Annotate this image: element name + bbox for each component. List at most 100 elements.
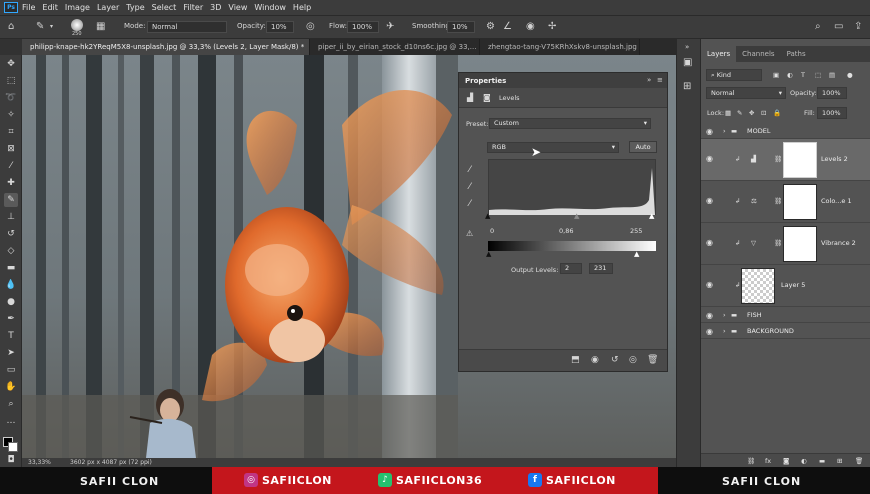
eye-icon[interactable]: ◉ <box>706 311 713 320</box>
path-select-tool-icon[interactable]: ➤ <box>4 346 18 360</box>
link-icon[interactable]: ⛓ <box>774 239 782 247</box>
input-black-slider[interactable]: ▲ <box>485 212 490 220</box>
menu-edit[interactable]: Edit <box>42 3 58 12</box>
brush-tool-icon[interactable]: ✎ <box>36 22 44 32</box>
pressure-opacity-icon[interactable]: ◎ <box>306 22 315 32</box>
chevron-down-icon[interactable]: ▾ <box>50 22 53 32</box>
lock-paint-icon[interactable]: ✎ <box>737 109 742 117</box>
layer-mask-thumbnail[interactable] <box>783 142 817 178</box>
layer-row-levels-2[interactable]: ◉ ↲ ▟ ⛓ Levels 2 <box>701 139 870 181</box>
output-white-field[interactable]: 231 <box>589 263 613 274</box>
collapse-icon[interactable]: » <box>647 76 651 84</box>
zoom-level[interactable]: 33,33% <box>28 458 51 467</box>
search-icon[interactable]: ⌕ <box>815 22 821 32</box>
output-black-field[interactable]: 2 <box>560 263 582 274</box>
menu-filter[interactable]: Filter <box>183 3 203 12</box>
new-adjustment-icon[interactable]: ◐ <box>801 457 807 465</box>
link-icon[interactable]: ⛓ <box>774 155 782 163</box>
chevron-right-icon[interactable]: › <box>146 458 148 467</box>
fill-field[interactable]: 100% <box>817 107 847 119</box>
angle-icon[interactable]: ∠ <box>503 22 512 32</box>
input-white-slider[interactable]: ▲ <box>649 212 654 220</box>
smoothing-field[interactable]: 10% <box>447 21 475 33</box>
expand-chevron-icon[interactable]: › <box>723 127 726 135</box>
type-filter-icon[interactable]: T <box>801 71 805 79</box>
share-icon[interactable]: ⇪ <box>854 22 862 32</box>
panel-menu-icon[interactable]: ≡ <box>657 76 663 84</box>
new-layer-icon[interactable]: ⊞ <box>837 457 842 465</box>
output-black-slider[interactable]: ▲ <box>486 250 491 258</box>
link-icon[interactable]: ⛓ <box>774 197 782 205</box>
gray-eyedropper-icon[interactable]: ⁄ <box>469 182 471 192</box>
eraser-tool-icon[interactable]: ◇ <box>4 244 18 258</box>
input-black-value[interactable]: 0 <box>490 227 494 235</box>
filter-toggle-icon[interactable]: ● <box>847 71 853 79</box>
layer-row-model[interactable]: ◉ › ▬ MODEL <box>701 123 870 139</box>
type-tool-icon[interactable]: T <box>4 329 18 343</box>
menu-layer[interactable]: Layer <box>97 3 119 12</box>
eye-icon[interactable]: ◉ <box>706 280 713 289</box>
lock-pixels-icon[interactable]: ▦ <box>725 109 731 117</box>
tab-document-piper[interactable]: piper_ii_by_eirian_stock_d10ns6c.jpg @ 3… <box>310 39 480 55</box>
menu-select[interactable]: Select <box>152 3 177 12</box>
tab-paths[interactable]: Paths <box>781 46 812 62</box>
dodge-tool-icon[interactable]: ● <box>4 295 18 309</box>
layer-row-color-balance[interactable]: ◉ ↲ ⚖ ⛓ Colo...e 1 <box>701 181 870 223</box>
link-layers-icon[interactable]: ⛓ <box>747 457 755 465</box>
brush-tool-icon[interactable]: ✎ <box>4 193 18 207</box>
mask-icon[interactable]: ◙ <box>483 93 491 102</box>
collapse-icon[interactable]: » <box>685 43 689 51</box>
lock-all-icon[interactable]: 🔒 <box>773 109 781 117</box>
add-mask-icon[interactable]: ◙ <box>783 457 789 465</box>
white-eyedropper-icon[interactable]: ⁄ <box>469 199 471 209</box>
lock-position-icon[interactable]: ✥ <box>749 109 754 117</box>
clone-stamp-tool-icon[interactable]: ⊥ <box>4 210 18 224</box>
layer-opacity-field[interactable]: 100% <box>817 87 847 99</box>
expand-chevron-icon[interactable]: › <box>723 311 726 319</box>
layer-row-layer-5[interactable]: ◉ ↲ Layer 5 <box>701 265 870 307</box>
input-white-value[interactable]: 255 <box>630 227 642 235</box>
frame-tool-icon[interactable]: ⊠ <box>4 142 18 156</box>
healing-tool-icon[interactable]: ✚ <box>4 176 18 190</box>
zoom-tool-icon[interactable]: ⌕ <box>4 397 18 411</box>
menu-3d[interactable]: 3D <box>210 3 221 12</box>
hand-tool-icon[interactable]: ✋ <box>4 380 18 394</box>
marquee-tool-icon[interactable]: ⬚ <box>4 74 18 88</box>
blend-mode-dropdown[interactable]: Normal ▾ <box>706 87 786 99</box>
clipping-warning-icon[interactable]: ⚠ <box>466 229 473 238</box>
pixel-filter-icon[interactable]: ▣ <box>773 71 779 79</box>
brush-settings-icon[interactable]: ▦ <box>96 22 105 32</box>
expand-chevron-icon[interactable]: › <box>723 327 726 335</box>
preset-dropdown[interactable]: Custom ▾ <box>489 118 651 129</box>
rectangle-tool-icon[interactable]: ▭ <box>4 363 18 377</box>
layer-mask-thumbnail[interactable] <box>783 226 817 262</box>
layer-row-fish[interactable]: ◉ › ▬ FISH <box>701 307 870 323</box>
menu-window[interactable]: Window <box>254 3 286 12</box>
quick-mask-icon[interactable]: ◘ <box>4 453 18 467</box>
reset-icon[interactable]: ↺ <box>611 355 619 365</box>
lock-artboard-icon[interactable]: ⊡ <box>761 109 766 117</box>
shape-filter-icon[interactable]: ⬚ <box>815 71 821 79</box>
background-color-swatch[interactable] <box>8 442 18 452</box>
pressure-size-icon[interactable]: ◉ <box>526 22 535 32</box>
layer-row-vibrance-2[interactable]: ◉ ↲ ▽ ⛓ Vibrance 2 <box>701 223 870 265</box>
flow-field[interactable]: 100% <box>347 21 379 33</box>
kind-filter-dropdown[interactable]: ⌕ Kind <box>706 69 762 81</box>
new-group-icon[interactable]: ▬ <box>819 457 825 465</box>
tab-channels[interactable]: Channels <box>736 46 780 62</box>
fx-icon[interactable]: fx <box>765 457 771 465</box>
eye-icon[interactable]: ◉ <box>706 196 713 205</box>
brush-preview[interactable] <box>71 19 83 31</box>
menu-file[interactable]: File <box>22 3 35 12</box>
blur-tool-icon[interactable]: 💧 <box>4 278 18 292</box>
menu-image[interactable]: Image <box>65 3 90 12</box>
gear-icon[interactable]: ⚙ <box>486 22 495 32</box>
symmetry-icon[interactable]: ✢ <box>548 22 556 32</box>
opacity-field[interactable]: 10% <box>266 21 294 33</box>
tab-layers[interactable]: Layers <box>701 46 737 62</box>
home-icon[interactable]: ⌂ <box>8 22 14 32</box>
adjustment-filter-icon[interactable]: ◐ <box>787 71 793 79</box>
tab-document-philipp[interactable]: philipp-knape-hk2YReqM5X8-unsplash.jpg @… <box>22 39 310 55</box>
lasso-tool-icon[interactable]: ➰ <box>4 91 18 105</box>
output-white-slider[interactable]: ▲ <box>634 250 639 258</box>
